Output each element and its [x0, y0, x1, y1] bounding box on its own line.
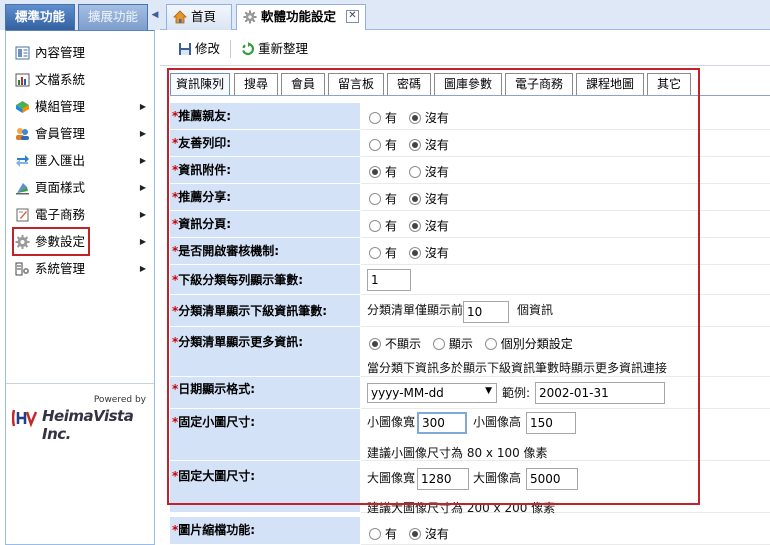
sidebar-item-content-management[interactable]: 內容管理: [11, 41, 149, 65]
top-tabbar: 首頁 軟體功能設定 ✕: [160, 0, 770, 30]
radio-group-image-zoom: 有 沒有: [369, 525, 457, 542]
document-system-icon: [15, 73, 30, 87]
sidebar-item-label: 系統管理: [35, 261, 86, 276]
heimavista-logo-icon: [12, 409, 38, 428]
chevron-right-icon: ▶: [139, 102, 146, 111]
powered-by-footer: Powered by HeimaVista Inc.: [6, 383, 154, 443]
chevron-right-icon: ▶: [139, 237, 146, 246]
refresh-button[interactable]: 重新整理: [241, 39, 319, 59]
highlight-box: [167, 68, 700, 505]
field-label: 圖片縮檔功能:: [178, 523, 256, 537]
save-icon: [179, 43, 191, 55]
sidebar-item-label: 文檔系統: [35, 72, 86, 87]
sidebar-item-import-export[interactable]: 匯入匯出 ▶: [11, 149, 149, 173]
radio-yes[interactable]: [369, 528, 381, 540]
radio-label: 有: [385, 527, 398, 541]
tab-software-settings[interactable]: 軟體功能設定 ✕: [236, 4, 366, 30]
edit-label: 修改: [195, 41, 221, 56]
tab-extended-functions[interactable]: 擴展功能: [78, 4, 148, 30]
left-sidebar: 標準功能 擴展功能 ◀ 內容管理 文檔系統 模組管理 ▶ 會員管理 ▶ 匯入匯出…: [0, 0, 160, 545]
sidebar-item-label: 電子商務: [35, 207, 86, 222]
powered-by-text: Powered by: [93, 395, 146, 405]
ecommerce-icon: [16, 208, 29, 222]
content-icon: [15, 46, 30, 60]
sidebar-item-member-management[interactable]: 會員管理 ▶: [11, 122, 149, 146]
sidebar-item-ecommerce[interactable]: 電子商務 ▶: [11, 203, 149, 227]
radio-no[interactable]: [408, 528, 421, 540]
sidebar-item-page-style[interactable]: 頁面樣式 ▶: [11, 176, 149, 200]
highlight-box: [12, 227, 90, 256]
chevron-right-icon: ▶: [139, 210, 146, 219]
chevron-right-icon: ▶: [139, 264, 146, 273]
tab-label: 首頁: [191, 9, 217, 24]
tab-standard-functions[interactable]: 標準功能: [5, 4, 75, 30]
sidebar-item-label: 頁面樣式: [35, 180, 86, 195]
sidebar-item-label: 內容管理: [35, 45, 86, 60]
module-icon: [16, 101, 29, 113]
sidebar-item-system-management[interactable]: 系統管理 ▶: [11, 257, 149, 281]
home-icon: [173, 10, 187, 24]
radio-label: 沒有: [424, 527, 449, 541]
row-image-zoom: *圖片縮檔功能: 有 沒有: [170, 517, 770, 545]
main-panel: 首頁 軟體功能設定 ✕ 修改 重新整理 資訊陳列 搜尋 會員 留言板 密碼 圖庫…: [160, 0, 770, 545]
system-icon: [15, 262, 29, 276]
chevron-right-icon: ▶: [139, 156, 146, 165]
edit-button[interactable]: 修改: [178, 39, 226, 59]
brand-name: HeimaVista Inc.: [42, 407, 134, 443]
chevron-right-icon: ▶: [139, 183, 146, 192]
sidebar-menu: 內容管理 文檔系統 模組管理 ▶ 會員管理 ▶ 匯入匯出 ▶ 頁面樣式 ▶ 電子…: [5, 30, 155, 545]
chevron-right-icon: ▶: [139, 129, 146, 138]
tab-home[interactable]: 首頁: [166, 4, 232, 30]
refresh-label: 重新整理: [258, 41, 309, 56]
import-export-icon: [16, 155, 29, 167]
toolbar: 修改 重新整理: [160, 31, 770, 66]
sidebar-item-document-system[interactable]: 文檔系統: [11, 68, 149, 92]
members-icon: [16, 128, 29, 140]
sidebar-item-label: 模組管理: [35, 99, 86, 114]
gear-icon: [243, 10, 257, 24]
close-icon[interactable]: ✕: [346, 10, 359, 23]
sidebar-item-module-management[interactable]: 模組管理 ▶: [11, 95, 149, 119]
sidebar-tabbar: 標準功能 擴展功能 ◀: [0, 0, 160, 30]
refresh-icon: [242, 42, 255, 56]
page-style-icon: [16, 183, 29, 195]
tab-label: 軟體功能設定: [261, 9, 337, 24]
toolbar-divider: [230, 40, 231, 58]
collapse-sidebar-icon[interactable]: ◀: [150, 4, 160, 26]
sidebar-item-label: 會員管理: [35, 126, 86, 141]
sidebar-item-label: 匯入匯出: [35, 153, 86, 168]
